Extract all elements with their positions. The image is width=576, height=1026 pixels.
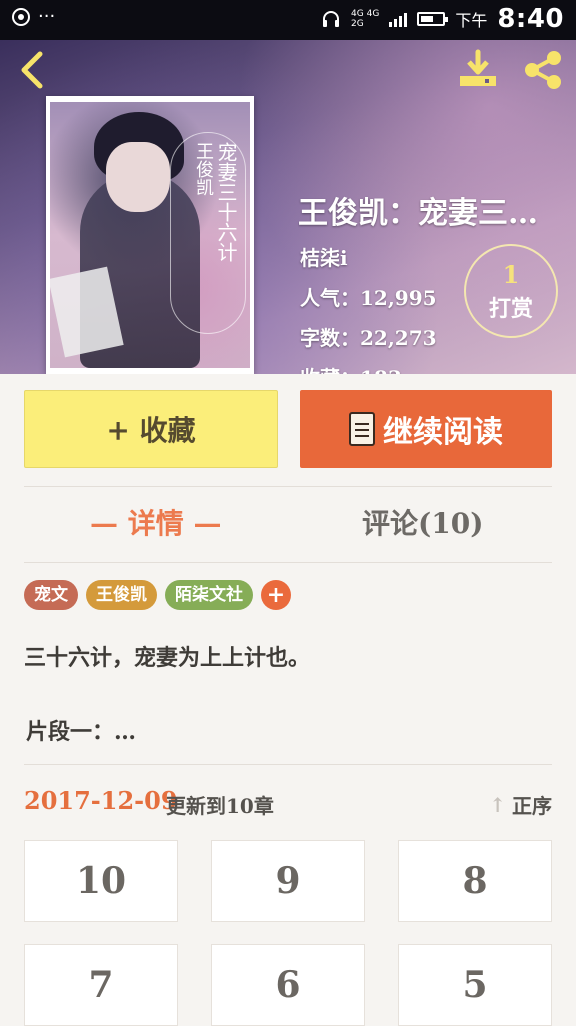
- network-type-bottom: 2G: [351, 19, 364, 29]
- download-icon[interactable]: [455, 48, 501, 92]
- divider: [24, 486, 552, 487]
- status-right: 4G 4G 2G 下午 8:40: [321, 4, 564, 34]
- add-favorite-button[interactable]: + 收藏: [24, 390, 278, 468]
- popularity-value: 12,995: [360, 286, 437, 310]
- battery-icon: [417, 12, 449, 26]
- tab-detail[interactable]: — 详情 —: [90, 502, 222, 542]
- chapter-button[interactable]: 5: [398, 944, 552, 1026]
- book-excerpt[interactable]: 片段一：…: [26, 714, 136, 746]
- favorites-label: 收藏：: [300, 366, 360, 374]
- book-icon: [349, 412, 375, 446]
- chapter-button[interactable]: 10: [24, 840, 178, 922]
- signal-icon: [389, 11, 408, 27]
- words-label: 字数：: [300, 326, 360, 350]
- chapter-button[interactable]: 9: [211, 840, 365, 922]
- chapter-button[interactable]: 8: [398, 840, 552, 922]
- divider: [24, 562, 552, 563]
- book-author: 桔柒i: [300, 246, 348, 270]
- continue-reading-button[interactable]: 继续阅读: [300, 390, 552, 468]
- tab-comments[interactable]: 评论(10): [362, 502, 483, 542]
- chevron-left-icon[interactable]: [14, 48, 50, 92]
- book-cover: 王俊凯 宠妻三十六计: [46, 96, 254, 374]
- update-date: 2017-12-09: [24, 786, 178, 815]
- continue-reading-label: 继续阅读: [383, 415, 503, 450]
- headset-icon: [323, 11, 340, 27]
- network-type-top: 4G 4G: [351, 9, 380, 19]
- tag-list: 宠文 王俊凯 陌柒文社 +: [24, 580, 291, 610]
- favorites-value: 183: [360, 366, 402, 374]
- update-text: 更新到10章: [166, 794, 274, 818]
- status-ampm: 下午: [455, 11, 488, 30]
- chapter-button[interactable]: 7: [24, 944, 178, 1026]
- book-header: 王俊凯 宠妻三十六计 王俊凯：宠妻三… 桔柒i 人气：12,995 字数：22,…: [0, 40, 576, 374]
- sort-order-button[interactable]: ↑ 正序: [489, 790, 552, 819]
- tag-item[interactable]: 王俊凯: [86, 580, 157, 610]
- popularity-label: 人气：: [300, 286, 360, 310]
- favorites-stat: 收藏：183: [300, 362, 402, 374]
- status-bar: ··· 4G 4G 2G 下午 8:40: [0, 0, 576, 40]
- words-stat: 字数：22,273: [300, 322, 437, 351]
- book-intro: 三十六计，宠妻为上上计也。: [24, 645, 311, 671]
- tip-label: 打赏: [488, 296, 533, 322]
- tag-item[interactable]: 宠文: [24, 580, 78, 610]
- divider: [24, 764, 552, 765]
- popularity-stat: 人气：12,995: [300, 282, 437, 311]
- arrow-up-icon: ↑: [489, 792, 506, 817]
- cover-title-text: 宠妻三十六计: [214, 142, 238, 262]
- words-value: 22,273: [360, 326, 437, 350]
- tag-item[interactable]: 陌柒文社: [165, 580, 253, 610]
- more-notifications: ···: [38, 6, 56, 27]
- add-tag-button[interactable]: +: [261, 580, 291, 610]
- tip-button[interactable]: 1 打赏: [464, 244, 558, 338]
- book-title: 王俊凯：宠妻三…: [298, 196, 538, 231]
- status-time: 8:40: [497, 4, 564, 34]
- tip-count: 1: [502, 260, 520, 289]
- add-favorite-label: + 收藏: [106, 414, 196, 447]
- cover-author-text: 王俊凯: [193, 142, 214, 196]
- chapter-button[interactable]: 6: [211, 944, 365, 1026]
- status-left: ···: [12, 8, 55, 26]
- sort-order-label: 正序: [512, 794, 552, 818]
- book-cover-image: 王俊凯 宠妻三十六计: [50, 102, 250, 368]
- share-icon[interactable]: [520, 50, 566, 90]
- notification-icon: [12, 8, 30, 26]
- network-type: 4G 4G 2G: [351, 9, 379, 29]
